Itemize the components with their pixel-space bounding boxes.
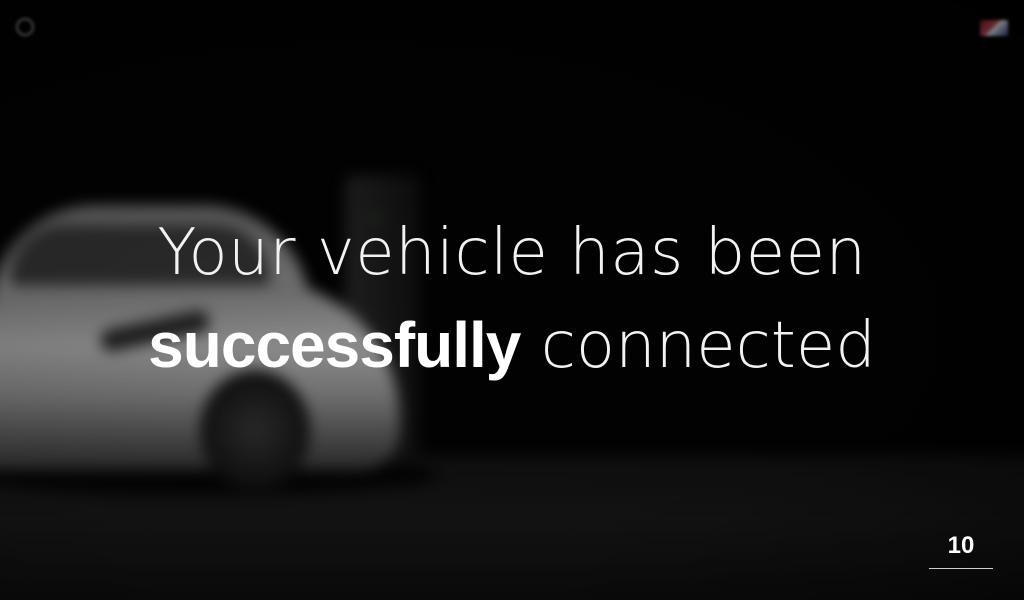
headline-emphasis: successfully (148, 309, 521, 381)
screen: Your vehicle has been successfully conne… (0, 0, 1024, 600)
brand-logo (16, 18, 34, 36)
header-right (980, 20, 1008, 36)
headline-line-2: successfully connected (0, 298, 1024, 393)
language-flag-icon (980, 20, 1008, 36)
connection-success-message: Your vehicle has been successfully conne… (0, 208, 1024, 393)
footer-bar (0, 572, 1024, 600)
page-number: 10 (947, 532, 975, 559)
headline-suffix: connected (540, 309, 876, 383)
header-bar (0, 14, 1024, 44)
page-number-underline (929, 568, 993, 569)
logo-icon (16, 18, 34, 36)
headline-line-1: Your vehicle has been (157, 216, 867, 290)
